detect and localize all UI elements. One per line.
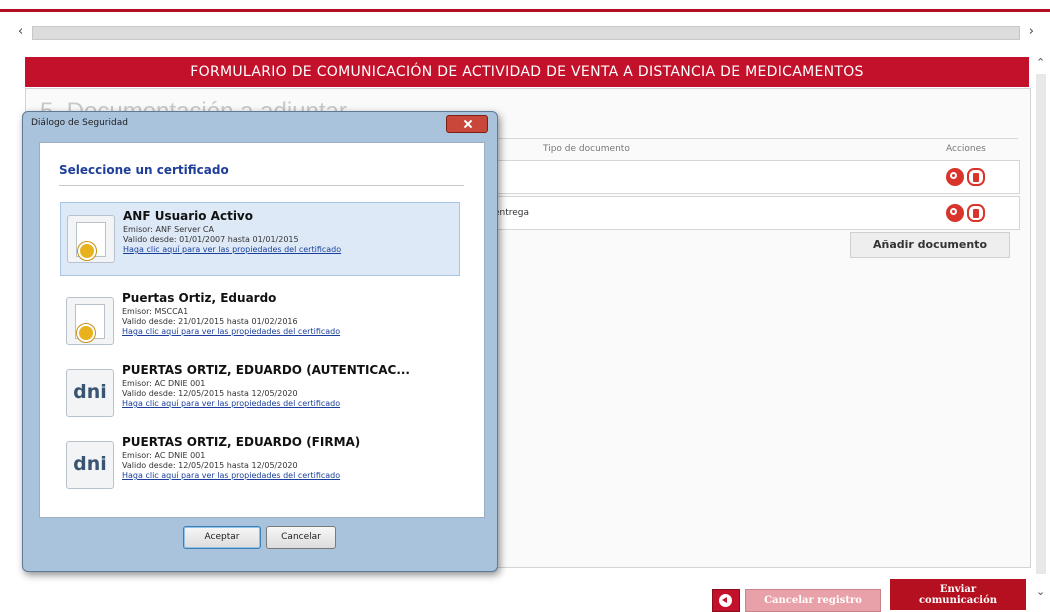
cancel-button[interactable]: Cancelar [266,526,336,549]
column-header-actions: Acciones [946,144,986,154]
column-header-type: Tipo de documento [543,144,630,154]
send-communication-button[interactable]: Enviar comunicación [890,579,1026,610]
certificate-validity: Valido desde: 12/05/2015 hasta 12/05/202… [122,461,298,470]
certificate-item[interactable]: dni PUERTAS ORTIZ, EDUARDO (AUTENTICAC..… [60,357,458,429]
certificate-issuer: Emisor: MSCCA1 [122,307,189,316]
certificate-properties-link[interactable]: Haga clic aquí para ver las propiedades … [122,471,340,480]
scroll-up-icon[interactable]: ⌃ [1036,56,1045,69]
accept-button[interactable]: Aceptar [183,526,261,549]
dialog-title: Diálogo de Seguridad [31,118,128,128]
certificate-properties-link[interactable]: Haga clic aquí para ver las propiedades … [123,245,341,254]
certificate-name: Puertas Ortiz, Eduardo [122,291,277,305]
certificate-item[interactable]: dni PUERTAS ORTIZ, EDUARDO (FIRMA) Emiso… [60,429,458,501]
scroll-right-icon[interactable]: › [1029,24,1034,40]
view-document-icon[interactable] [946,168,964,186]
close-icon[interactable] [446,115,488,133]
dialog-heading: Seleccione un certificado [59,163,229,177]
certificate-properties-link[interactable]: Haga clic aquí para ver las propiedades … [122,327,340,336]
scroll-down-icon[interactable]: ⌄ [1036,585,1045,598]
dni-icon: dni [66,441,114,489]
scroll-track[interactable] [32,26,1020,40]
certificate-validity: Valido desde: 12/05/2015 hasta 12/05/202… [122,389,298,398]
dialog-body: Seleccione un certificado ANF Usuario Ac… [39,142,485,518]
vertical-scrollbar[interactable] [1036,74,1046,574]
cancel-registration-button[interactable]: Cancelar registro [745,589,881,612]
scroll-left-icon[interactable]: ‹ [18,24,23,40]
certificate-issuer: Emisor: ANF Server CA [123,225,214,234]
top-accent-bar [0,0,1050,12]
certificate-name: ANF Usuario Activo [123,209,254,223]
certificate-name: PUERTAS ORTIZ, EDUARDO (FIRMA) [122,435,361,449]
delete-document-icon[interactable] [967,204,985,222]
dni-icon: dni [66,369,114,417]
certificate-item[interactable]: Puertas Ortiz, Eduardo Emisor: MSCCA1 Va… [60,285,458,357]
send-label-line2: comunicación [918,595,998,606]
add-document-button[interactable]: Añadir documento [850,232,1010,258]
certificate-name: PUERTAS ORTIZ, EDUARDO (AUTENTICAC... [122,363,410,377]
send-label-line1: Enviar [939,584,977,595]
form-title: FORMULARIO DE COMUNICACIÓN DE ACTIVIDAD … [25,57,1029,87]
delete-document-icon[interactable] [967,168,985,186]
certificate-validity: Valido desde: 01/01/2007 hasta 01/01/201… [123,235,299,244]
back-button[interactable] [712,589,740,612]
security-dialog: Diálogo de Seguridad Seleccione un certi… [22,111,498,572]
certificate-validity: Valido desde: 21/01/2015 hasta 01/02/201… [122,317,298,326]
certificate-issuer: Emisor: AC DNIE 001 [122,451,206,460]
certificate-properties-link[interactable]: Haga clic aquí para ver las propiedades … [122,399,340,408]
back-arrow-icon [719,594,732,607]
certificate-issuer: Emisor: AC DNIE 001 [122,379,206,388]
view-document-icon[interactable] [946,204,964,222]
certificate-icon [67,215,115,263]
certificate-item[interactable]: ANF Usuario Activo Emisor: ANF Server CA… [60,202,460,276]
dialog-divider [59,185,464,186]
horizontal-scrollbar[interactable]: ‹ › [18,24,1034,40]
certificate-icon [66,297,114,345]
document-type-cell: entrega [494,208,530,218]
